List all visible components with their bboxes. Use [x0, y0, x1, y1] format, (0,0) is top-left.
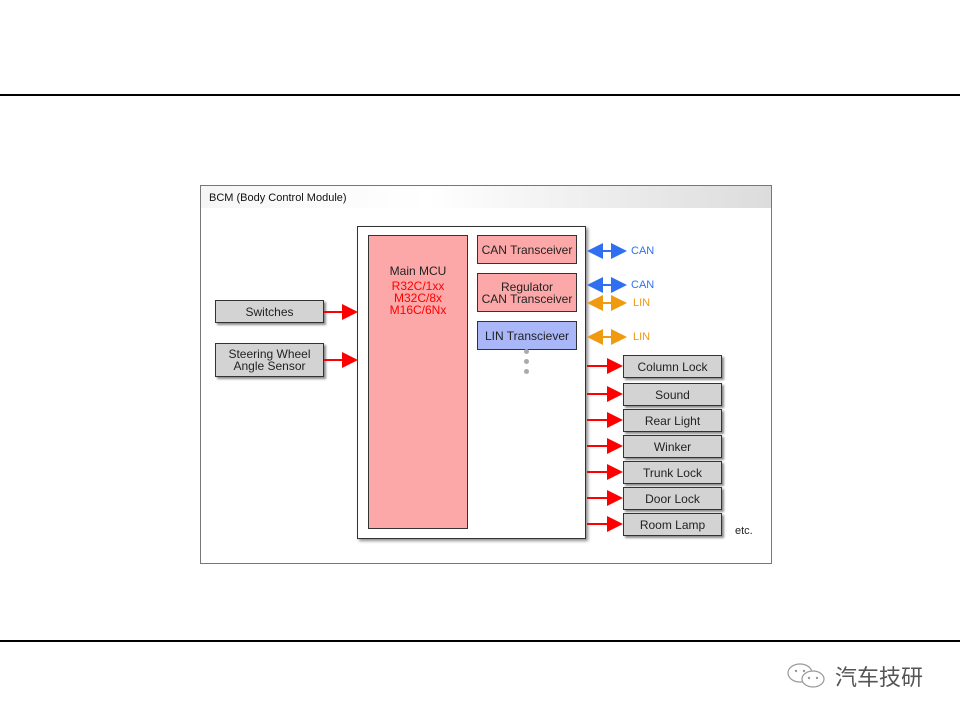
watermark-text: 汽车技研: [835, 665, 924, 690]
wechat-icon: [787, 663, 825, 688]
watermark: 汽车技研: [785, 660, 923, 692]
connection-arrows: [324, 243, 627, 532]
